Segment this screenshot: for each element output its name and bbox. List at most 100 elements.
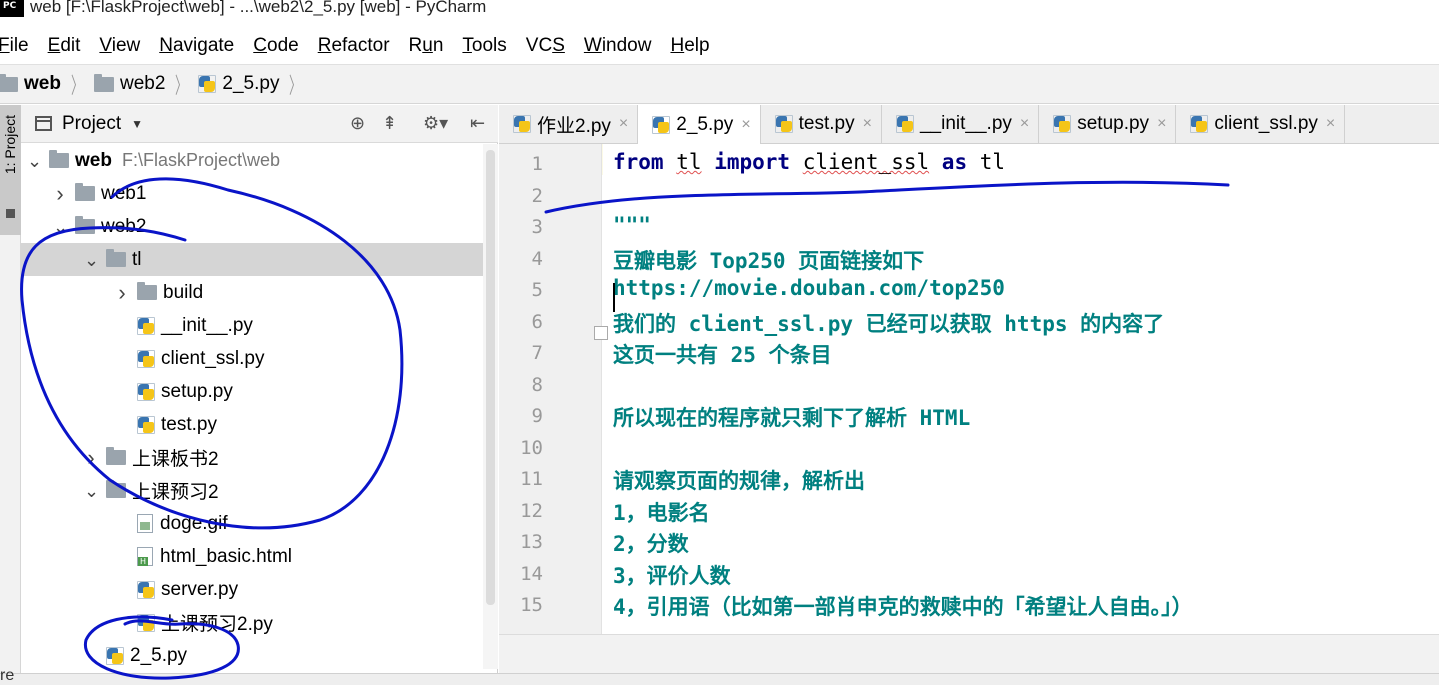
hide-icon[interactable]: ⇤ (470, 113, 485, 134)
project-view-selector[interactable]: Project (62, 113, 121, 135)
tree-file[interactable]: ›__init__.py (21, 309, 483, 342)
close-icon[interactable]: × (1326, 115, 1335, 133)
chevron-down-icon[interactable]: ⌄ (27, 152, 42, 170)
close-icon[interactable]: × (863, 115, 872, 133)
menu-item[interactable]: Edit (48, 35, 81, 57)
menu-item[interactable]: File (0, 35, 29, 57)
locate-icon[interactable]: ⊕ (350, 113, 365, 134)
line-number: 14 (520, 562, 543, 585)
fold-marker-icon[interactable] (594, 326, 608, 340)
code-area[interactable]: from tl import client_ssl as tl """ 豆瓣电影 T… (603, 144, 1439, 634)
menu-item[interactable]: Help (670, 35, 709, 57)
line-number: 15 (520, 594, 543, 616)
python-file-icon (137, 580, 155, 599)
tree-folder[interactable]: ⌄ 上课预习2 (21, 474, 483, 507)
tree-file[interactable]: ›client_ssl.py (21, 342, 483, 375)
project-scrollbar[interactable] (483, 144, 498, 669)
tree-file[interactable]: ›test.py (21, 408, 483, 441)
project-tool-tab[interactable]: 1: Project (0, 105, 21, 235)
breadcrumb-folder[interactable]: web2 (120, 73, 165, 95)
python-file-icon (1190, 115, 1209, 133)
collapse-icon[interactable]: ⇞ (382, 113, 397, 134)
tree-item-label: tl (132, 248, 142, 270)
folder-icon (0, 73, 18, 92)
menu-item[interactable]: Run (409, 35, 444, 57)
tree-folder[interactable]: › build (21, 276, 483, 309)
tree-item-label: web2 (101, 215, 147, 237)
folder-icon (75, 216, 95, 234)
folder-icon (75, 183, 95, 201)
tree-item-label: 上课预习2.py (161, 614, 273, 635)
menu-item[interactable]: Tools (462, 35, 506, 57)
code-line: 我们的 client_ssl.py 已经可以获取 https 的内容了 (613, 311, 1165, 336)
menu-item[interactable]: VCS (526, 35, 565, 57)
editor-tab-label: 作业2.py (537, 115, 611, 137)
tree-file[interactable]: ›2_5.py (21, 639, 483, 672)
close-icon[interactable]: × (619, 115, 628, 133)
chevron-down-icon[interactable]: ⌄ (84, 251, 99, 269)
python-file-icon (137, 382, 155, 401)
menu-item[interactable]: Code (253, 35, 298, 57)
python-file-icon (895, 115, 914, 133)
python-file-icon (137, 349, 155, 368)
close-icon[interactable]: × (741, 116, 750, 134)
python-file-icon (1053, 115, 1072, 133)
chevron-down-icon[interactable]: ⌄ (84, 482, 99, 500)
keyword: as (941, 150, 968, 174)
tree-file[interactable]: ›html_basic.html (21, 540, 483, 573)
close-icon[interactable]: × (1020, 115, 1029, 133)
tree-file[interactable]: ›上课预习2.py (21, 606, 483, 639)
line-number: 8 (531, 373, 543, 396)
code-line: 豆瓣电影 Top250 页面链接如下 (613, 248, 925, 273)
editor-tab[interactable]: 2_5.py × (638, 105, 761, 144)
breadcrumb-file[interactable]: 2_5.py (222, 73, 279, 95)
tree-item-label: 上课预习2 (132, 482, 219, 503)
menu-item[interactable]: Refactor (318, 35, 390, 57)
tree-folder[interactable]: › 上课板书2 (21, 441, 483, 474)
tree-folder[interactable]: ⌄ web2 (21, 210, 483, 243)
chevron-right-icon: 〉 (175, 73, 188, 98)
chevron-down-icon[interactable]: ▼ (131, 117, 143, 131)
chevron-down-icon[interactable]: ⌄ (53, 218, 68, 236)
chevron-right-icon[interactable]: › (115, 281, 129, 303)
code-line: from tl import client_ssl as tl (613, 150, 1005, 174)
tree-file[interactable]: ›setup.py (21, 375, 483, 408)
editor-tab[interactable]: setup.py × (1039, 105, 1177, 143)
alias-name: tl (979, 150, 1006, 174)
tree-folder[interactable]: ⌄ web F:\FlaskProject\web (21, 144, 483, 177)
scrollbar-thumb[interactable] (486, 150, 495, 605)
project-view-icon (35, 116, 52, 131)
chevron-right-icon[interactable]: › (53, 182, 67, 204)
tree-folder[interactable]: ⌄ tl (21, 243, 483, 276)
editor-tab-label: client_ssl.py (1214, 113, 1318, 134)
tree-item-label: 2_5.py (130, 644, 188, 666)
editor-tab[interactable]: client_ssl.py × (1176, 105, 1346, 143)
chevron-right-icon[interactable]: › (84, 446, 98, 468)
line-number: 9 (531, 405, 543, 427)
breadcrumb: web 〉 web2 〉 2_5.py 〉 (0, 68, 312, 100)
editor-tab[interactable]: __init__.py × (882, 105, 1040, 143)
tree-file[interactable]: ›doge.gif (21, 507, 483, 540)
menu-item[interactable]: View (99, 35, 140, 57)
code-line: 请观察页面的规律，解析出 (613, 469, 865, 493)
menu-item[interactable]: Navigate (159, 35, 234, 57)
gear-icon[interactable]: ⚙▾ (423, 113, 448, 134)
line-number: 1 (531, 153, 543, 175)
code-line: """ (613, 213, 651, 237)
menu-item[interactable]: Window (584, 35, 652, 57)
editor-tab[interactable]: 作业2.py × (499, 105, 639, 143)
python-file-icon (652, 115, 671, 134)
navigation-bar: web 〉 web2 〉 2_5.py 〉 (0, 64, 1439, 104)
close-icon[interactable]: × (1157, 115, 1166, 133)
editor-tab[interactable]: test.py × (761, 105, 882, 143)
python-file-icon (774, 115, 793, 133)
tree-folder[interactable]: › web1 (21, 177, 483, 210)
editor-tab-label: setup.py (1077, 113, 1150, 134)
folder-icon (137, 282, 157, 300)
tool-window-icon (6, 209, 15, 218)
editor-tab-label: 2_5.py (676, 113, 734, 135)
line-number: 4 (531, 247, 543, 270)
breadcrumb-root[interactable]: web (24, 73, 61, 95)
tree-item-path: F:\FlaskProject\web (121, 150, 280, 170)
tree-file[interactable]: ›server.py (21, 573, 483, 606)
